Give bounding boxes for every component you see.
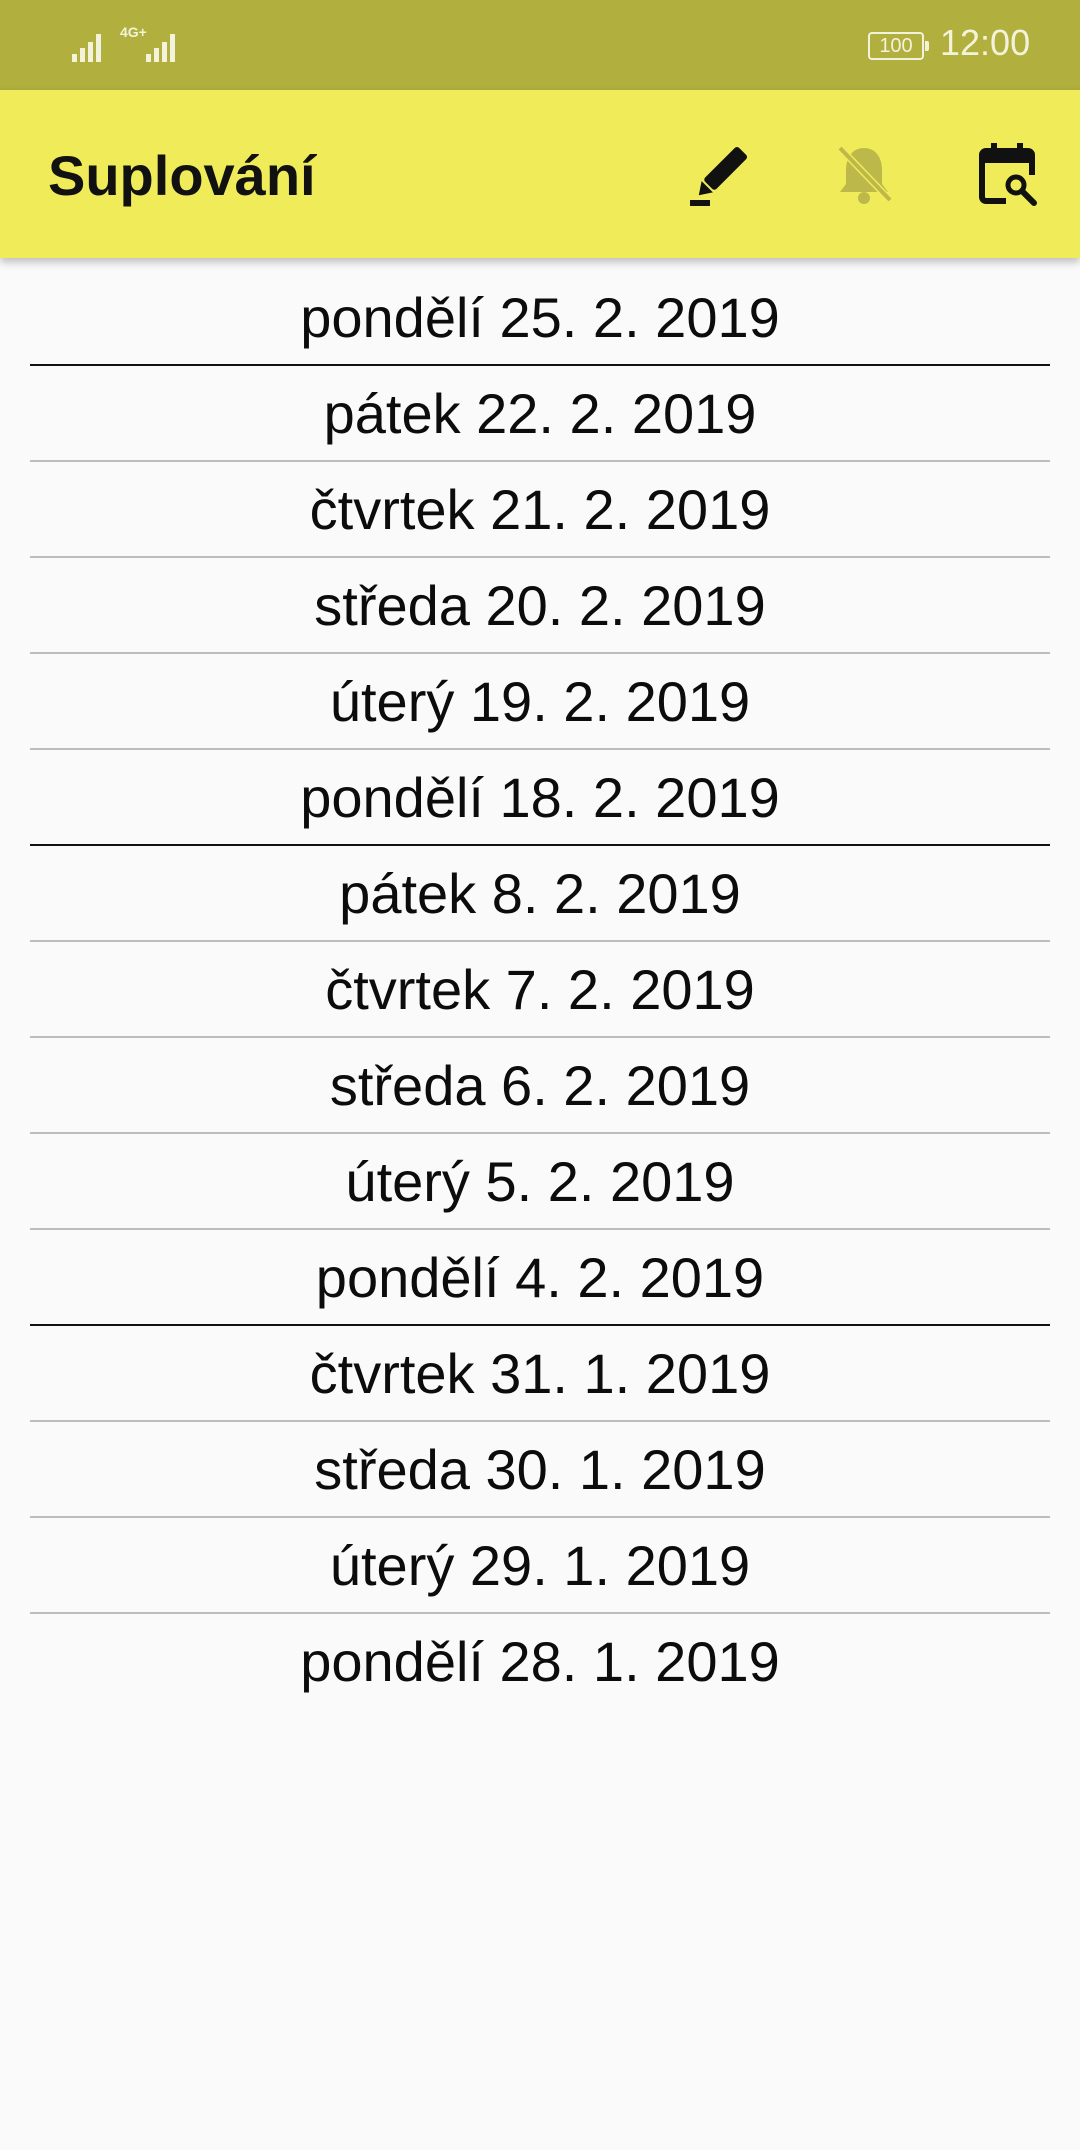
list-item[interactable]: pondělí 28. 1. 2019	[0, 1614, 1080, 1708]
list-item[interactable]: úterý 5. 2. 2019	[0, 1134, 1080, 1228]
list-item[interactable]: čtvrtek 21. 2. 2019	[0, 462, 1080, 556]
list-item[interactable]: středa 20. 2. 2019	[0, 558, 1080, 652]
list-item[interactable]: pátek 8. 2. 2019	[0, 846, 1080, 940]
pencil-icon	[690, 146, 748, 206]
day-label: pátek 8. 2. 2019	[339, 861, 741, 925]
bell-off-icon	[837, 145, 893, 204]
signal-icon	[72, 34, 101, 62]
list-item[interactable]: úterý 19. 2. 2019	[0, 654, 1080, 748]
day-label: čtvrtek 7. 2. 2019	[325, 957, 755, 1021]
list-item[interactable]: pondělí 18. 2. 2019	[0, 750, 1080, 844]
day-label: pátek 22. 2. 2019	[323, 381, 757, 445]
substitution-days-list: pondělí 25. 2. 2019 pátek 22. 2. 2019 čt…	[0, 270, 1080, 1708]
calendar-search-icon	[979, 143, 1037, 206]
day-label: úterý 5. 2. 2019	[345, 1149, 735, 1213]
signal-2-icon	[146, 34, 175, 62]
day-label: úterý 29. 1. 2019	[329, 1533, 751, 1597]
list-item[interactable]: úterý 29. 1. 2019	[0, 1518, 1080, 1612]
list-item[interactable]: čtvrtek 31. 1. 2019	[0, 1326, 1080, 1420]
list-item[interactable]: čtvrtek 7. 2. 2019	[0, 942, 1080, 1036]
page-title: Suplování	[48, 144, 316, 207]
list-item[interactable]: pátek 22. 2. 2019	[0, 366, 1080, 460]
calendar-search-button[interactable]	[968, 134, 1048, 214]
battery-icon: 100	[868, 32, 929, 60]
list-item[interactable]: středa 6. 2. 2019	[0, 1038, 1080, 1132]
day-label: středa 30. 1. 2019	[314, 1437, 766, 1501]
day-label: středa 20. 2. 2019	[314, 573, 766, 637]
status-bar: 4G+ 100 12:00	[0, 0, 1080, 90]
day-label: čtvrtek 21. 2. 2019	[309, 477, 771, 541]
day-label: pondělí 18. 2. 2019	[300, 765, 780, 829]
day-label: úterý 19. 2. 2019	[329, 669, 751, 733]
clock: 12:00	[940, 22, 1031, 63]
notifications-off-button[interactable]	[824, 134, 904, 214]
app-bar: Suplování	[0, 90, 1080, 258]
day-label: pondělí 28. 1. 2019	[300, 1629, 780, 1693]
battery-level: 100	[879, 35, 913, 57]
edit-button[interactable]	[680, 134, 760, 214]
day-label: pondělí 25. 2. 2019	[300, 285, 780, 349]
day-label: čtvrtek 31. 1. 2019	[309, 1341, 771, 1405]
list-item[interactable]: pondělí 4. 2. 2019	[0, 1230, 1080, 1324]
list-item[interactable]: pondělí 25. 2. 2019	[0, 270, 1080, 364]
day-label: pondělí 4. 2. 2019	[315, 1245, 765, 1309]
list-item[interactable]: středa 30. 1. 2019	[0, 1422, 1080, 1516]
day-label: středa 6. 2. 2019	[329, 1053, 751, 1117]
